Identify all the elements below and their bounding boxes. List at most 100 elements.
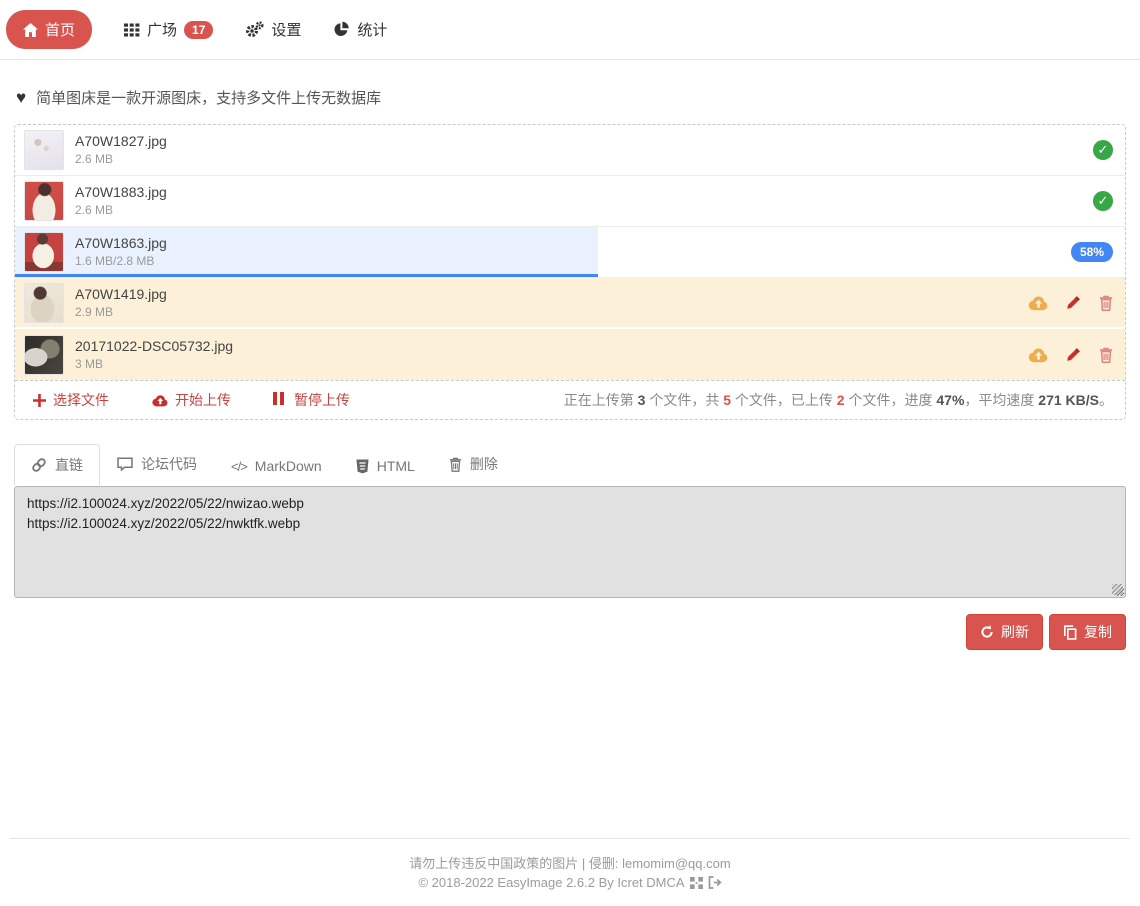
file-name: A70W1863.jpg <box>75 233 167 253</box>
nav-stats-label: 统计 <box>357 19 387 40</box>
file-meta: A70W1827.jpg 2.6 MB <box>75 131 167 169</box>
file-meta: A70W1883.jpg 2.6 MB <box>75 182 167 220</box>
file-row: A70W1827.jpg 2.6 MB ✓ <box>15 125 1125 176</box>
nav-settings-label: 设置 <box>271 19 301 40</box>
status-segment: ，平均速度 <box>964 392 1038 408</box>
heart-icon: ♥ <box>16 88 26 108</box>
plus-icon <box>33 394 46 407</box>
file-meta: 20171022-DSC05732.jpg 3 MB <box>75 336 233 374</box>
refresh-button[interactable]: 刷新 <box>966 614 1043 650</box>
copy-button[interactable]: 复制 <box>1049 614 1126 650</box>
tab-html[interactable]: HTML <box>339 447 432 485</box>
pause-upload-button[interactable]: 暂停上传 <box>267 389 356 411</box>
upload-success-icon: ✓ <box>1093 140 1113 160</box>
nav-square-label: 广场 <box>147 19 177 40</box>
file-thumbnail[interactable] <box>24 232 64 272</box>
home-icon <box>23 23 38 37</box>
nav-home[interactable]: 首页 <box>6 10 92 49</box>
delete-file-button[interactable] <box>1099 295 1113 311</box>
status-total-files: 5 <box>723 392 731 408</box>
link-icon <box>31 457 47 473</box>
logout-icon[interactable] <box>708 876 722 889</box>
copy-icon <box>1063 625 1077 640</box>
status-segment: 。 <box>1099 392 1113 408</box>
start-upload-button[interactable]: 开始上传 <box>145 389 237 411</box>
edit-file-button[interactable] <box>1066 295 1081 310</box>
tab-delete[interactable]: 删除 <box>432 443 515 485</box>
file-name: A70W1827.jpg <box>75 131 167 151</box>
grid-icon <box>124 23 140 37</box>
tab-delete-label: 删除 <box>470 454 498 474</box>
file-meta: A70W1863.jpg 1.6 MB/2.8 MB <box>75 233 167 271</box>
nav-square[interactable]: 广场 17 <box>124 19 213 40</box>
tab-direct-link[interactable]: 直链 <box>14 444 100 485</box>
file-thumbnail[interactable] <box>24 335 64 375</box>
button-row: 刷新 复制 <box>14 614 1126 650</box>
file-name: 20171022-DSC05732.jpg <box>75 336 233 356</box>
delete-file-button[interactable] <box>1099 347 1113 363</box>
file-thumbnail[interactable] <box>24 181 64 221</box>
file-row-pending: A70W1419.jpg 2.9 MB <box>15 278 1125 329</box>
file-size: 2.6 MB <box>75 202 167 219</box>
file-size: 1.6 MB/2.8 MB <box>75 253 167 270</box>
nav-settings[interactable]: 设置 <box>245 19 301 40</box>
status-segment: 个文件，进度 <box>845 392 937 408</box>
file-thumbnail[interactable] <box>24 130 64 170</box>
status-segment: 个文件，共 <box>645 392 723 408</box>
upload-status-text: 正在上传第 3 个文件，共 5 个文件，已上传 2 个文件，进度 47%，平均速… <box>564 390 1113 410</box>
tab-forum-code[interactable]: 论坛代码 <box>100 443 214 485</box>
footer-policy-line: 请勿上传违反中国政策的图片 | 侵删: lemomim@qq.com <box>10 854 1130 873</box>
link-format-tabs: 直链 论坛代码 </> MarkDown HTML <box>14 443 1126 485</box>
start-upload-label: 开始上传 <box>175 390 231 410</box>
trash-icon <box>1099 295 1113 311</box>
status-percent: 47% <box>936 392 964 408</box>
file-size: 2.9 MB <box>75 304 167 321</box>
file-name: A70W1419.jpg <box>75 284 167 304</box>
tab-markdown-label: MarkDown <box>255 458 322 474</box>
upload-progress-badge: 58% <box>1071 242 1113 262</box>
intro-text: 简单图床是一款开源图床，支持多文件上传无数据库 <box>36 87 381 108</box>
pencil-icon <box>1066 295 1081 310</box>
copy-label: 复制 <box>1084 622 1112 642</box>
page: 首页 广场 17 设置 <box>0 0 1140 906</box>
trash-icon <box>449 457 462 472</box>
file-row: A70W1883.jpg 2.6 MB ✓ <box>15 176 1125 227</box>
tab-forum-label: 论坛代码 <box>141 454 197 474</box>
nav-stats[interactable]: 统计 <box>333 19 387 40</box>
status-segment: 个文件，已上传 <box>731 392 837 408</box>
file-row-uploading: A70W1863.jpg 1.6 MB/2.8 MB 58% <box>15 227 1125 278</box>
cloud-upload-icon <box>151 394 168 407</box>
tab-markdown[interactable]: </> MarkDown <box>214 447 339 485</box>
pause-icon <box>273 392 287 408</box>
links-textarea[interactable]: https://i2.100024.xyz/2022/05/22/nwizao.… <box>14 486 1126 598</box>
footer-copyright: © 2018-2022 EasyImage 2.6.2 By Icret DMC… <box>418 873 684 892</box>
main-content: ♥ 简单图床是一款开源图床，支持多文件上传无数据库 A70W1827.jpg 2… <box>0 60 1140 650</box>
select-files-label: 选择文件 <box>53 390 109 410</box>
edit-file-button[interactable] <box>1066 347 1081 362</box>
file-size: 2.6 MB <box>75 151 167 168</box>
trash-icon <box>1099 347 1113 363</box>
select-files-button[interactable]: 选择文件 <box>27 389 115 411</box>
refresh-icon <box>980 625 994 639</box>
status-done-files: 2 <box>837 392 845 408</box>
qr-code-icon[interactable] <box>690 877 703 889</box>
square-count-badge: 17 <box>184 21 213 39</box>
status-speed: 271 KB/S <box>1038 392 1099 408</box>
footer: 请勿上传违反中国政策的图片 | 侵删: lemomim@qq.com © 201… <box>0 838 1140 906</box>
tab-direct-label: 直链 <box>55 455 83 475</box>
upload-panel: A70W1827.jpg 2.6 MB ✓ A70W1883.jpg 2.6 M… <box>14 124 1126 420</box>
refresh-label: 刷新 <box>1001 622 1029 642</box>
cloud-upload-icon <box>1027 295 1048 311</box>
comment-icon <box>117 457 133 471</box>
navbar: 首页 广场 17 设置 <box>0 0 1140 60</box>
status-segment: 正在上传第 <box>564 392 638 408</box>
file-row-pending: 20171022-DSC05732.jpg 3 MB <box>15 329 1125 380</box>
tab-html-label: HTML <box>377 458 415 474</box>
pause-upload-label: 暂停上传 <box>294 390 350 410</box>
upload-file-button[interactable] <box>1027 347 1048 363</box>
code-icon: </> <box>231 459 247 474</box>
file-thumbnail[interactable] <box>24 283 64 323</box>
upload-file-button[interactable] <box>1027 295 1048 311</box>
nav-home-label: 首页 <box>45 19 75 40</box>
file-meta: A70W1419.jpg 2.9 MB <box>75 284 167 322</box>
